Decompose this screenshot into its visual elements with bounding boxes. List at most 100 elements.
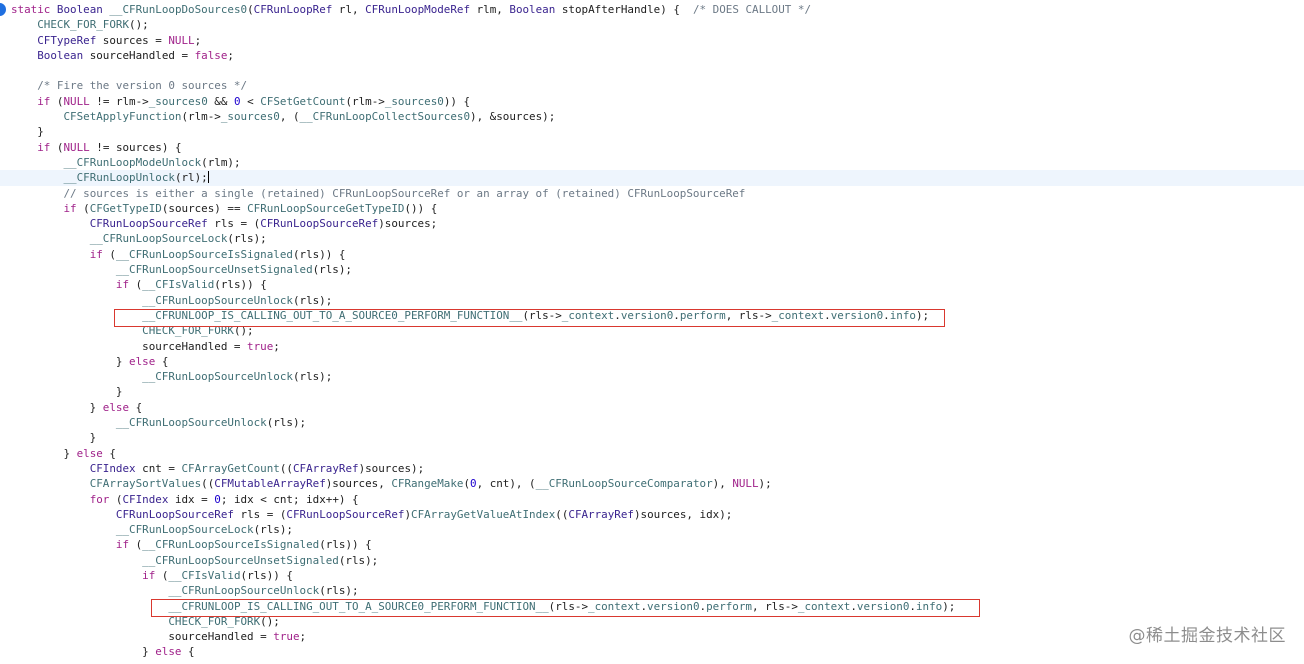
- code-token: != sources) {: [89, 140, 182, 154]
- code-line[interactable]: __CFRunLoopModeUnlock(rlm);: [11, 155, 1304, 170]
- code-token: CFArrayGetValueAtIndex: [411, 507, 556, 521]
- code-token: if: [115, 538, 130, 552]
- code-line[interactable]: if (CFGetTypeID(sources) == CFRunLoopSou…: [11, 201, 1304, 216]
- code-token: (: [102, 247, 116, 261]
- code-token: CFGetTypeID: [89, 201, 162, 215]
- code-line[interactable]: CHECK_FOR_FORK();: [11, 614, 1304, 629]
- code-line[interactable]: __CFRunLoopSourceUnlock(rls);: [11, 583, 1304, 598]
- code-view[interactable]: static Boolean __CFRunLoopDoSources0(CFR…: [0, 2, 1304, 660]
- code-line[interactable]: if (NULL != rlm->_sources0 && 0 < CFSetG…: [11, 94, 1304, 109]
- code-token: (: [129, 538, 143, 552]
- code-line[interactable]: if (__CFRunLoopSourceIsSignaled(rls)) {: [11, 247, 1304, 262]
- code-line[interactable]: [11, 63, 1304, 78]
- code-token: static: [11, 3, 57, 16]
- code-line[interactable]: __CFRunLoopSourceUnsetSignaled(rls);: [11, 553, 1304, 568]
- code-line-current[interactable]: __CFRunLoopUnlock(rl);: [0, 170, 1304, 186]
- code-line[interactable]: __CFRunLoopSourceUnlock(rls);: [11, 369, 1304, 384]
- code-token: ();: [260, 614, 280, 628]
- code-line[interactable]: }: [11, 124, 1304, 139]
- code-line[interactable]: __CFRunLoopSourceUnsetSignaled(rls);: [11, 262, 1304, 277]
- code-token: __CFRunLoopSourceLock: [89, 232, 228, 246]
- code-token: ((: [201, 477, 215, 491]
- code-editor[interactable]: static Boolean __CFRunLoopDoSources0(CFR…: [0, 0, 1304, 664]
- code-line[interactable]: CFIndex cnt = CFArrayGetCount((CFArrayRe…: [11, 461, 1304, 476]
- code-token: );: [758, 477, 772, 491]
- code-token: rls = (: [207, 217, 261, 231]
- code-token: if: [37, 140, 51, 154]
- code-line[interactable]: CFRunLoopSourceRef rls = (CFRunLoopSourc…: [11, 507, 1304, 522]
- code-line[interactable]: __CFRUNLOOP_IS_CALLING_OUT_TO_A_SOURCE0_…: [11, 308, 1304, 323]
- code-line[interactable]: CHECK_FOR_FORK();: [11, 323, 1304, 338]
- code-line[interactable]: __CFRunLoopSourceLock(rls);: [11, 522, 1304, 537]
- code-token: <: [240, 94, 261, 108]
- code-token: }: [11, 385, 123, 399]
- code-token: }: [11, 431, 97, 445]
- code-line[interactable]: sourceHandled = true;: [11, 339, 1304, 354]
- code-line[interactable]: } else {: [11, 400, 1304, 415]
- code-token: _context: [771, 308, 825, 322]
- code-line[interactable]: for (CFIndex idx = 0; idx < cnt; idx++) …: [11, 492, 1304, 507]
- code-token: version0: [830, 308, 884, 322]
- code-token: // sources is either a single (retained)…: [63, 186, 746, 200]
- code-token: info: [889, 308, 916, 322]
- code-token: {: [155, 354, 169, 368]
- code-token: (rls);: [312, 263, 352, 277]
- code-token: CFArrayGetCount: [181, 461, 280, 475]
- code-token: (rls);: [266, 416, 307, 430]
- code-token: ((: [279, 461, 293, 475]
- code-token: (rls);: [319, 584, 359, 598]
- code-token: CFRunLoopSourceRef: [286, 507, 405, 521]
- code-token: }: [11, 125, 44, 139]
- code-line[interactable]: sourceHandled = true;: [11, 629, 1304, 644]
- code-line[interactable]: static Boolean __CFRunLoopDoSources0(CFR…: [11, 2, 1304, 17]
- code-token: if: [115, 278, 130, 292]
- code-line[interactable]: __CFRUNLOOP_IS_CALLING_OUT_TO_A_SOURCE0_…: [11, 599, 1304, 614]
- code-token: CHECK_FOR_FORK: [37, 18, 130, 32]
- code-line[interactable]: CFRunLoopSourceRef rls = (CFRunLoopSourc…: [11, 216, 1304, 231]
- code-token: __CFRunLoopSourceUnlock: [168, 584, 320, 598]
- breakpoint-marker[interactable]: [0, 3, 6, 16]
- code-token: true: [247, 339, 274, 353]
- code-token: (rls->: [548, 599, 589, 613]
- code-line[interactable]: } else {: [11, 446, 1304, 461]
- code-line[interactable]: if (__CFIsValid(rls)) {: [11, 568, 1304, 583]
- code-line[interactable]: CFArraySortValues((CFMutableArrayRef)sou…: [11, 476, 1304, 491]
- code-line[interactable]: CFSetApplyFunction(rlm->_sources0, (__CF…: [11, 109, 1304, 124]
- code-token: __CFIsValid: [168, 568, 241, 582]
- code-token: != rlm->: [89, 94, 149, 108]
- code-line[interactable]: Boolean sourceHandled = false;: [11, 48, 1304, 63]
- code-line[interactable]: if (NULL != sources) {: [11, 140, 1304, 155]
- code-line[interactable]: __CFRunLoopSourceUnlock(rls);: [11, 293, 1304, 308]
- code-line[interactable]: CHECK_FOR_FORK();: [11, 17, 1304, 32]
- code-line[interactable]: // sources is either a single (retained)…: [11, 186, 1304, 201]
- code-line[interactable]: /* Fire the version 0 sources */: [11, 78, 1304, 93]
- code-line[interactable]: CFTypeRef sources = NULL;: [11, 33, 1304, 48]
- code-token: }: [11, 446, 77, 460]
- code-token: ), &sources);: [470, 110, 556, 124]
- code-token: )sources);: [358, 461, 425, 475]
- code-token: else: [76, 446, 103, 460]
- code-token: if: [89, 247, 103, 261]
- code-token: (rlm->: [345, 94, 385, 108]
- code-line[interactable]: if (__CFIsValid(rls)) {: [11, 277, 1304, 292]
- code-line[interactable]: __CFRunLoopSourceLock(rls);: [11, 231, 1304, 246]
- code-token: }: [11, 400, 103, 414]
- code-line[interactable]: } else {: [11, 644, 1304, 659]
- code-line[interactable]: } else {: [11, 354, 1304, 369]
- code-token: {: [102, 446, 116, 460]
- code-line[interactable]: }: [11, 384, 1304, 399]
- code-token: CFArraySortValues: [89, 477, 202, 491]
- code-token: else: [129, 354, 156, 368]
- code-token: sourceHandled =: [83, 48, 195, 62]
- code-line[interactable]: if (__CFRunLoopSourceIsSignaled(rls)) {: [11, 537, 1304, 552]
- code-line[interactable]: __CFRunLoopSourceUnlock(rls);: [11, 415, 1304, 430]
- code-token: NULL: [732, 477, 759, 491]
- code-line[interactable]: }: [11, 430, 1304, 445]
